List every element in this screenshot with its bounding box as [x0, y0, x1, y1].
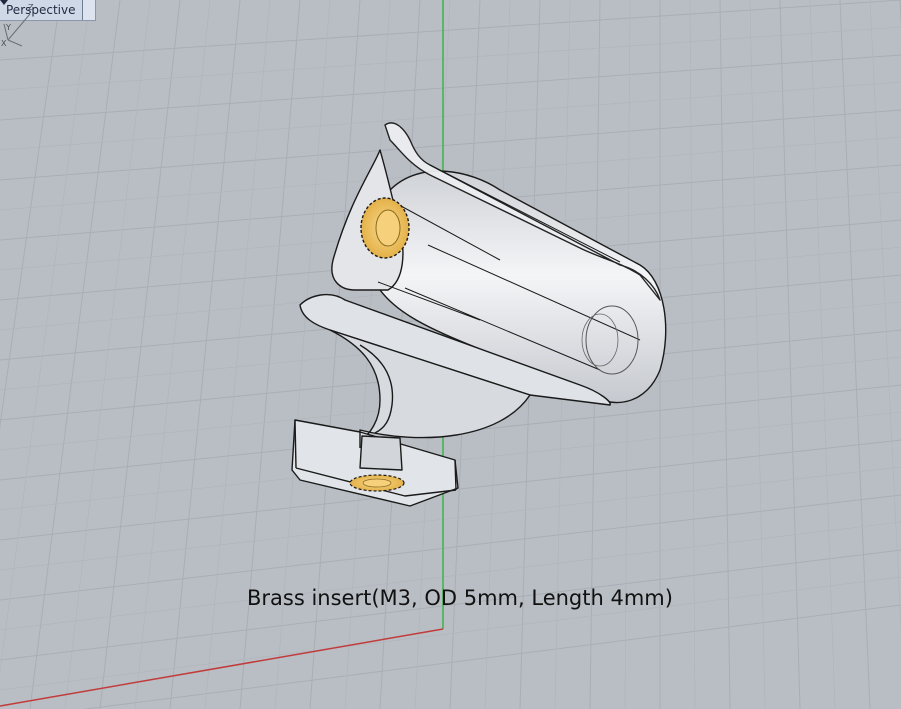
annotation-text: Brass insert(M3, OD 5mm, Length 4mm)	[247, 586, 673, 610]
base-nut-pocket	[359, 435, 403, 471]
part-model[interactable]	[291, 122, 667, 507]
axis-label-z: Z	[28, 3, 34, 12]
x-axis-line	[0, 628, 444, 707]
brass-insert-base[interactable]	[349, 474, 405, 492]
brass-insert-front[interactable]	[360, 197, 410, 259]
axis-label-x: X	[1, 39, 7, 48]
perspective-viewport[interactable]: Perspective Brass insert(M3, OD 5mm, Len…	[0, 0, 901, 709]
axis-label-y: Y	[5, 23, 11, 32]
dropdown-arrow-icon[interactable]	[0, 0, 95, 20]
axis-indicator-icon: Z Y X	[1, 3, 34, 48]
